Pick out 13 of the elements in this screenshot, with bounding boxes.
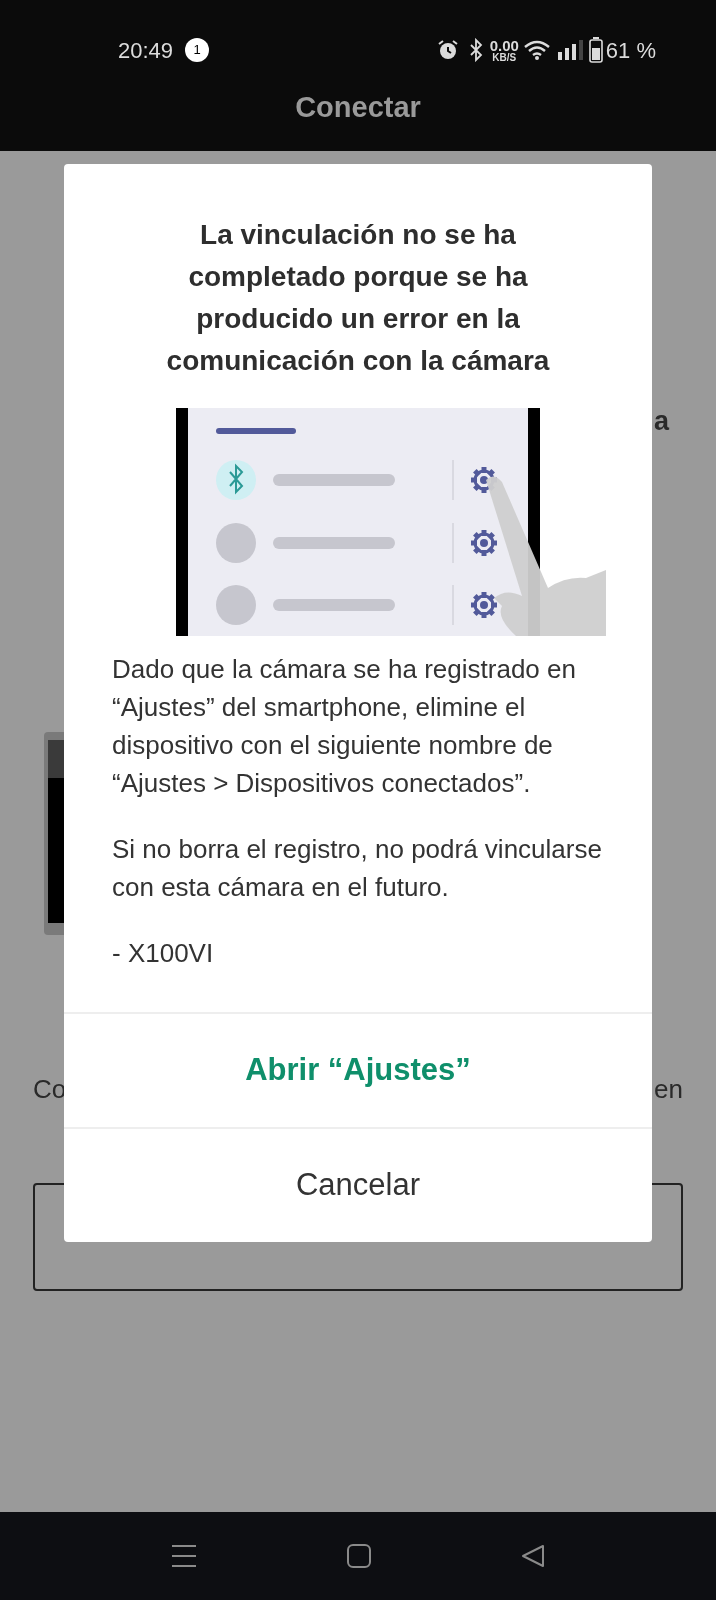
net-speed-unit: KB/S: [492, 52, 517, 63]
app-bar-title: Conectar: [295, 90, 421, 125]
dialog-message: - X100VI: [112, 937, 215, 970]
description-text: Co: [33, 1072, 67, 1106]
battery-percent: 61 %: [605, 36, 656, 65]
heading-text: a: [653, 405, 669, 438]
dialog-message: Si no borra el registro, no podrá vincularse con esta cámara en el futuro.: [112, 833, 603, 904]
clock-time: 20:49: [118, 36, 174, 65]
dialog-message: Dado que la cámara se ha registrado en “Ajustes” del smartphone, elimine el dispositivo con el siguiente nombre de “Ajustes > Dispositivos conectados”.: [112, 653, 577, 800]
notification-badge: 1: [185, 38, 210, 62]
dialog-title: La vinculación no se ha completado porque se ha producido un error en la comunicación con la cámara: [165, 218, 551, 378]
net-speed: 0.00: [489, 37, 519, 53]
description-text: en: [654, 1072, 683, 1106]
